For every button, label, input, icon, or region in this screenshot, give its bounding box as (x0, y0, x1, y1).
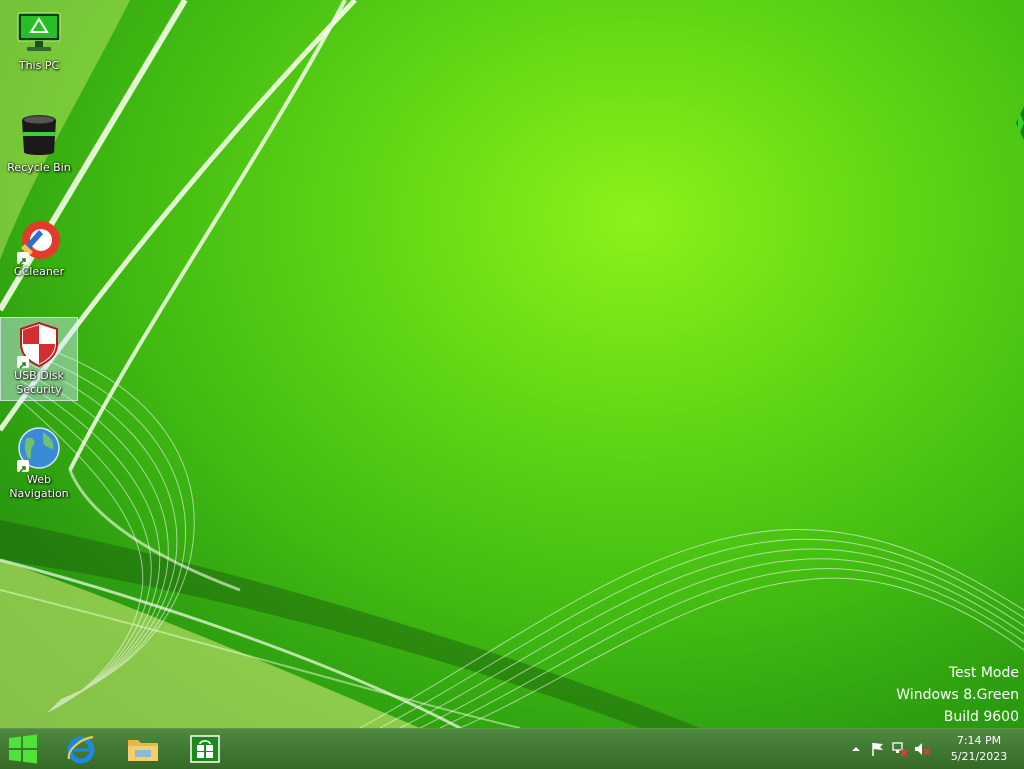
store-button[interactable] (182, 731, 228, 767)
recycle-bin-icon (15, 112, 63, 160)
watermark-line-3: Build 9600 (943, 709, 1019, 725)
shortcut-arrow-icon (17, 460, 29, 473)
shortcut-arrow-icon (17, 252, 29, 265)
taskbar[interactable]: 7:14 PM 5/21/2023 (0, 728, 1024, 769)
desktop-icon-recycle-bin[interactable]: Recycle Bin (1, 110, 77, 175)
clock-date: 5/21/2023 (950, 750, 1008, 763)
watermark-line-1: Test Mode (948, 665, 1019, 681)
desktop-icon-label: Recycle Bin (7, 161, 71, 174)
globe-icon (15, 424, 63, 473)
action-center-flag-icon[interactable] (870, 741, 886, 757)
chevron-up-icon[interactable] (848, 741, 864, 757)
internet-explorer-icon (67, 735, 95, 764)
file-explorer-button[interactable] (120, 731, 166, 767)
desktop-icon-web-navigation[interactable]: Web Navigation (1, 422, 77, 501)
desktop-icon-label: This PC (18, 59, 60, 72)
network-error-icon[interactable] (892, 741, 908, 757)
clock[interactable]: 7:14 PM 5/21/2023 (944, 733, 1014, 765)
watermark-line-2: Windows 8.Green (896, 687, 1019, 703)
shortcut-arrow-icon (17, 356, 29, 369)
folder-icon (128, 740, 158, 761)
wallpaper-art (0, 0, 1024, 728)
ccleaner-icon (15, 216, 63, 265)
desktop[interactable]: This PC Recycle Bin CCleaner USB Disk Se… (0, 0, 1024, 728)
desktop-icon-usb-disk-security[interactable]: USB Disk Security (0, 317, 78, 401)
internet-explorer-button[interactable] (58, 731, 104, 767)
test-mode-watermark: Test Mode Windows 8.Green Build 9600 (896, 662, 1019, 728)
start-button[interactable] (0, 731, 46, 767)
desktop-icon-label: USB Disk Security (14, 369, 64, 396)
system-tray: 7:14 PM 5/21/2023 (834, 729, 1024, 769)
desktop-icon-label: Web Navigation (9, 473, 69, 500)
shield-icon (15, 320, 63, 369)
clock-time: 7:14 PM (956, 734, 1002, 747)
desktop-icon-ccleaner[interactable]: CCleaner (1, 214, 77, 279)
windows-logo-icon (9, 734, 37, 764)
volume-muted-icon[interactable] (914, 741, 930, 757)
desktop-icon-this-pc[interactable]: This PC (1, 8, 77, 73)
charms-edge-arrow-icon[interactable] (1016, 106, 1024, 140)
desktop-icon-label: CCleaner (13, 265, 65, 278)
this-pc-icon (15, 10, 63, 58)
store-icon (190, 735, 220, 763)
